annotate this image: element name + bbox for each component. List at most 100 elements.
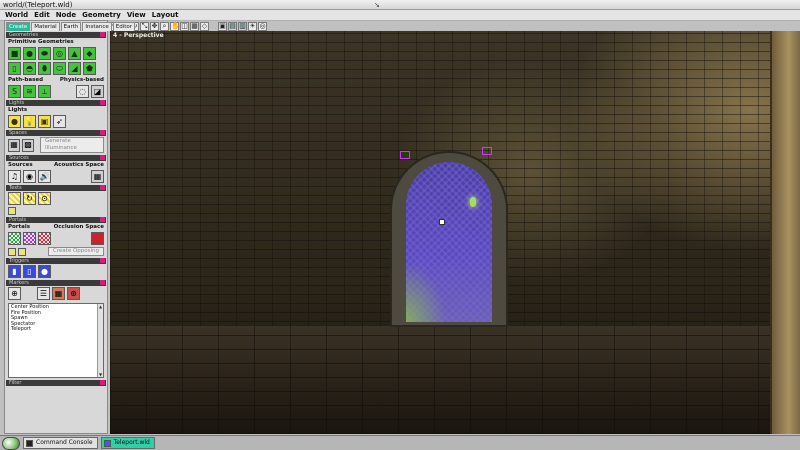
menu-world[interactable]: World: [5, 11, 28, 19]
tube-icon[interactable]: ▯: [8, 62, 21, 75]
help-icon[interactable]: ◎: [258, 21, 267, 31]
zoom-icon[interactable]: ⌕: [160, 21, 169, 31]
prism-icon[interactable]: ⬟: [83, 62, 96, 75]
section-header-portals[interactable]: Portals: [6, 217, 106, 223]
acoustics-space-icon[interactable]: ▦: [91, 170, 104, 183]
capsule-icon[interactable]: ⬭: [53, 62, 66, 75]
collapse-marker-icon[interactable]: [100, 280, 105, 285]
teleport-portal[interactable]: [406, 162, 492, 322]
physics-body-icon[interactable]: ◪: [91, 85, 104, 98]
portal-green-icon[interactable]: [8, 232, 21, 245]
markers-list[interactable]: Center Position Fire Position Spawn Spec…: [8, 303, 104, 378]
trigger-cylinder-icon[interactable]: ▯: [23, 265, 36, 278]
box-icon[interactable]: ■: [8, 47, 21, 60]
point-light-icon[interactable]: ●: [8, 115, 21, 128]
text-billboard-icon[interactable]: ⊙: [38, 192, 51, 205]
marker-ball-icon[interactable]: ⊛: [67, 287, 80, 300]
scroll-down-icon[interactable]: ▼: [98, 372, 103, 377]
crosshair-marker-icon[interactable]: ⊕: [8, 287, 21, 300]
cone-icon[interactable]: ▲: [68, 47, 81, 60]
portal-purple-icon[interactable]: [23, 232, 36, 245]
list-scrollbar[interactable]: ▲ ▼: [97, 304, 103, 377]
render-icon[interactable]: ▤: [228, 21, 237, 31]
section-header-sources[interactable]: Sources: [6, 155, 106, 161]
move-icon[interactable]: ✥: [150, 21, 159, 31]
disc-icon[interactable]: ⬮: [38, 62, 51, 75]
start-orb-icon[interactable]: [2, 436, 20, 450]
trigger-sphere-icon[interactable]: ●: [38, 265, 51, 278]
tab-earth[interactable]: Earth: [60, 22, 82, 31]
light-toggle-icon[interactable]: ▥: [238, 21, 247, 31]
collapse-marker-icon[interactable]: [100, 100, 105, 105]
create-opposing-button[interactable]: Create Opposing: [47, 247, 104, 256]
snap-icon[interactable]: ◫: [180, 21, 189, 31]
bulb-light-icon[interactable]: 💡: [23, 115, 36, 128]
menu-geometry[interactable]: Geometry: [82, 11, 121, 19]
menu-view[interactable]: View: [127, 11, 146, 19]
tab-material[interactable]: Material: [31, 22, 60, 31]
trigger-box-icon[interactable]: ▮: [8, 265, 21, 278]
generate-illuminance-button[interactable]: Generate Illuminance: [40, 137, 104, 153]
path-surface-icon[interactable]: ≋: [23, 85, 36, 98]
section-header-lights[interactable]: Lights: [6, 100, 106, 106]
tab-editor[interactable]: Editor: [112, 22, 136, 31]
camera-icon[interactable]: ▣: [218, 21, 227, 31]
section-header-filter[interactable]: Filter: [6, 380, 106, 386]
section-header-triggers[interactable]: Triggers: [6, 258, 106, 264]
torus-icon[interactable]: ◎: [53, 47, 66, 60]
collapse-marker-icon[interactable]: [100, 258, 105, 263]
cylinder-icon[interactable]: ⬬: [38, 47, 51, 60]
wire-icon[interactable]: ◇: [200, 21, 209, 31]
list-item[interactable]: Teleport: [11, 326, 101, 333]
spot-light-icon[interactable]: ➶: [53, 115, 66, 128]
ambient-source-icon[interactable]: ◉: [23, 170, 36, 183]
marker-cube-icon[interactable]: ▦: [52, 287, 65, 300]
box-light-icon[interactable]: ▣: [38, 115, 51, 128]
menu-edit[interactable]: Edit: [34, 11, 50, 19]
pan-icon[interactable]: ✋: [170, 21, 180, 31]
sound-source-icon[interactable]: 🔊: [38, 170, 51, 183]
light-space-icon[interactable]: ▦: [8, 138, 21, 152]
marker-list-icon[interactable]: ☰: [37, 287, 50, 300]
selection-handle-left[interactable]: [400, 151, 410, 159]
collapse-marker-icon[interactable]: [100, 155, 105, 160]
tab-create[interactable]: Create: [6, 22, 31, 31]
section-header-spaces[interactable]: Spaces: [6, 130, 106, 136]
text-rotate-icon[interactable]: ↻: [23, 192, 36, 205]
occlusion-space-icon[interactable]: [91, 232, 104, 245]
portal-link-icon[interactable]: [18, 247, 26, 256]
section-header-geometries[interactable]: Geometries: [6, 32, 106, 38]
hemisphere-icon[interactable]: ◓: [23, 62, 36, 75]
perspective-viewport[interactable]: 4 - Perspective: [110, 31, 800, 434]
music-source-icon[interactable]: ♫: [8, 170, 21, 183]
portal-red-icon[interactable]: [38, 232, 51, 245]
selection-handle-right[interactable]: [482, 147, 492, 155]
scale-icon[interactable]: ⤡: [140, 21, 149, 31]
section-header-texts[interactable]: Texts: [6, 185, 106, 191]
physics-ring-icon[interactable]: ◌: [76, 85, 89, 98]
text-flat-icon[interactable]: [8, 192, 21, 205]
collapse-marker-icon[interactable]: [100, 32, 105, 37]
collapse-marker-icon[interactable]: [100, 185, 105, 190]
illuminance-space-icon[interactable]: ▩: [22, 138, 35, 152]
collapse-marker-icon[interactable]: [100, 130, 105, 135]
section-header-markers[interactable]: Markers: [6, 280, 106, 286]
path-curve-icon[interactable]: S: [8, 85, 21, 98]
path-extrude-icon[interactable]: ⟂: [38, 85, 51, 98]
sphere-icon[interactable]: ●: [23, 47, 36, 60]
portal-edit-icon[interactable]: [8, 247, 16, 256]
grid-icon[interactable]: ▦: [190, 21, 199, 31]
pyramid-icon[interactable]: ◆: [83, 47, 96, 60]
menu-node[interactable]: Node: [56, 11, 76, 19]
scroll-up-icon[interactable]: ▲: [98, 304, 103, 309]
menu-layout[interactable]: Layout: [152, 11, 179, 19]
task-command-console[interactable]: Command Console: [23, 437, 98, 449]
tab-instance[interactable]: Instance: [82, 22, 112, 31]
wedge-icon[interactable]: ◢: [68, 62, 81, 75]
task-teleport-wld[interactable]: Teleport.wld: [100, 437, 155, 449]
lamp-light[interactable]: [470, 197, 476, 207]
collapse-marker-icon[interactable]: [100, 217, 105, 222]
settings-icon[interactable]: ☀: [248, 21, 257, 31]
text-edit-icon[interactable]: [8, 207, 16, 215]
collapse-marker-icon[interactable]: [100, 380, 105, 385]
